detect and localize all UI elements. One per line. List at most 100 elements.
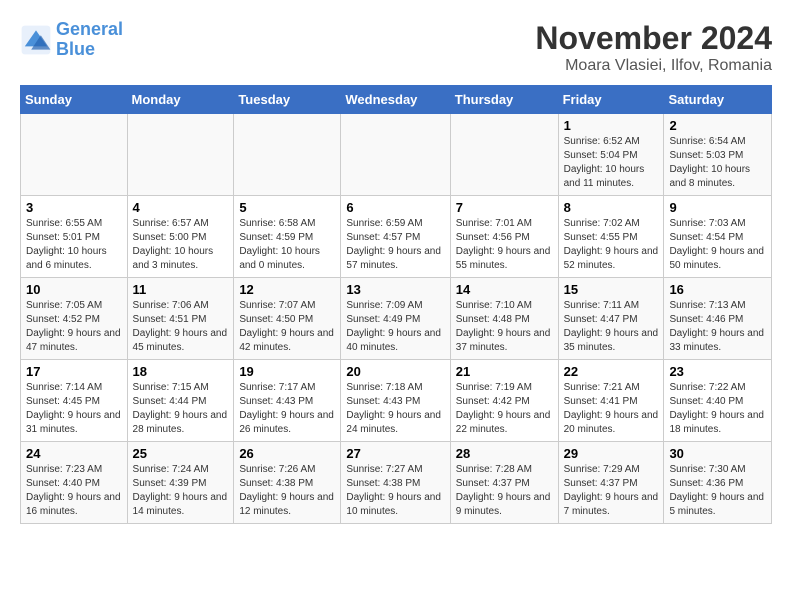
calendar-cell: 1 Sunrise: 6:52 AM Sunset: 5:04 PM Daylig… <box>558 114 664 196</box>
logo-line2: Blue <box>56 39 95 59</box>
weekday-header-tuesday: Tuesday <box>234 86 341 114</box>
day-number: 2 <box>669 118 766 133</box>
calendar-cell: 11Sunrise: 7:06 AM Sunset: 4:51 PM Dayli… <box>127 278 234 360</box>
day-number: 10 <box>26 282 122 297</box>
calendar-cell: 25Sunrise: 7:24 AM Sunset: 4:39 PM Dayli… <box>127 442 234 524</box>
day-info: Sunrise: 7:06 AM Sunset: 4:51 PM Dayligh… <box>133 299 229 355</box>
weekday-header-row: SundayMondayTuesdayWednesdayThursdayFrid… <box>21 86 772 114</box>
logo-icon <box>20 24 52 56</box>
calendar-cell: 9Sunrise: 7:03 AM Sunset: 4:54 PM Daylig… <box>664 196 772 278</box>
day-number: 28 <box>456 446 553 461</box>
calendar-subtitle: Moara Vlasiei, Ilfov, Romania <box>535 57 772 75</box>
logo: General Blue <box>20 20 123 60</box>
calendar-cell: 12 Sunrise: 7:07 AM Sunset: 4:50 PM Dayli… <box>234 278 341 360</box>
day-info: Sunrise: 7:07 AM Sunset: 4:50 PM Dayligh… <box>239 299 335 355</box>
calendar-cell <box>341 114 450 196</box>
day-number: 26 <box>239 446 335 461</box>
calendar-cell: 22Sunrise: 7:21 AM Sunset: 4:41 PM Dayli… <box>558 360 664 442</box>
logo-line1: General <box>56 19 123 39</box>
day-number: 22 <box>564 364 659 379</box>
page-header: General Blue November 2024 Moara Vlasiei… <box>20 20 772 75</box>
day-info: Sunrise: 6:58 AM Sunset: 4:59 PM Dayligh… <box>239 217 335 273</box>
day-info: Sunrise: 7:14 AM Sunset: 4:45 PM Dayligh… <box>26 381 122 437</box>
weekday-header-monday: Monday <box>127 86 234 114</box>
day-info: Sunrise: 6:55 AM Sunset: 5:01 PM Dayligh… <box>26 217 122 273</box>
day-info: Sunrise: 6:59 AM Sunset: 4:57 PM Dayligh… <box>346 217 444 273</box>
weekday-header-thursday: Thursday <box>450 86 558 114</box>
day-number: 9 <box>669 200 766 215</box>
day-number: 8 <box>564 200 659 215</box>
day-number: 4 <box>133 200 229 215</box>
calendar-cell: 10 Sunrise: 7:05 AM Sunset: 4:52 PM Dayli… <box>21 278 128 360</box>
calendar-cell: 15 Sunrise: 7:11 AM Sunset: 4:47 PM Dayli… <box>558 278 664 360</box>
day-number: 30 <box>669 446 766 461</box>
day-number: 24 <box>26 446 122 461</box>
calendar-table: SundayMondayTuesdayWednesdayThursdayFrid… <box>20 85 772 524</box>
weekday-header-friday: Friday <box>558 86 664 114</box>
day-info: Sunrise: 7:18 AM Sunset: 4:43 PM Dayligh… <box>346 381 444 437</box>
calendar-title: November 2024 <box>535 20 772 57</box>
day-info: Sunrise: 7:29 AM Sunset: 4:37 PM Dayligh… <box>564 463 659 519</box>
calendar-cell: 28 Sunrise: 7:28 AM Sunset: 4:37 PM Dayli… <box>450 442 558 524</box>
day-number: 7 <box>456 200 553 215</box>
day-info: Sunrise: 7:22 AM Sunset: 4:40 PM Dayligh… <box>669 381 766 437</box>
day-info: Sunrise: 7:17 AM Sunset: 4:43 PM Dayligh… <box>239 381 335 437</box>
calendar-cell <box>234 114 341 196</box>
day-number: 16 <box>669 282 766 297</box>
day-number: 21 <box>456 364 553 379</box>
day-number: 3 <box>26 200 122 215</box>
calendar-cell: 5 Sunrise: 6:58 AM Sunset: 4:59 PM Daylig… <box>234 196 341 278</box>
day-info: Sunrise: 7:19 AM Sunset: 4:42 PM Dayligh… <box>456 381 553 437</box>
day-number: 5 <box>239 200 335 215</box>
day-info: Sunrise: 7:28 AM Sunset: 4:37 PM Dayligh… <box>456 463 553 519</box>
day-info: Sunrise: 7:05 AM Sunset: 4:52 PM Dayligh… <box>26 299 122 355</box>
week-row-2: 3 Sunrise: 6:55 AM Sunset: 5:01 PM Daylig… <box>21 196 772 278</box>
weekday-header-sunday: Sunday <box>21 86 128 114</box>
day-info: Sunrise: 7:13 AM Sunset: 4:46 PM Dayligh… <box>669 299 766 355</box>
calendar-cell <box>127 114 234 196</box>
day-number: 13 <box>346 282 444 297</box>
day-info: Sunrise: 7:11 AM Sunset: 4:47 PM Dayligh… <box>564 299 659 355</box>
calendar-cell: 7 Sunrise: 7:01 AM Sunset: 4:56 PM Daylig… <box>450 196 558 278</box>
calendar-cell: 14Sunrise: 7:10 AM Sunset: 4:48 PM Dayli… <box>450 278 558 360</box>
day-number: 23 <box>669 364 766 379</box>
day-info: Sunrise: 6:57 AM Sunset: 5:00 PM Dayligh… <box>133 217 229 273</box>
day-info: Sunrise: 7:15 AM Sunset: 4:44 PM Dayligh… <box>133 381 229 437</box>
calendar-cell: 3 Sunrise: 6:55 AM Sunset: 5:01 PM Daylig… <box>21 196 128 278</box>
calendar-cell <box>450 114 558 196</box>
calendar-cell: 29Sunrise: 7:29 AM Sunset: 4:37 PM Dayli… <box>558 442 664 524</box>
day-number: 1 <box>564 118 659 133</box>
title-area: November 2024 Moara Vlasiei, Ilfov, Roma… <box>535 20 772 75</box>
day-info: Sunrise: 7:01 AM Sunset: 4:56 PM Dayligh… <box>456 217 553 273</box>
calendar-cell: 27 Sunrise: 7:27 AM Sunset: 4:38 PM Dayli… <box>341 442 450 524</box>
calendar-cell: 8 Sunrise: 7:02 AM Sunset: 4:55 PM Daylig… <box>558 196 664 278</box>
day-number: 18 <box>133 364 229 379</box>
day-number: 25 <box>133 446 229 461</box>
week-row-1: 1 Sunrise: 6:52 AM Sunset: 5:04 PM Daylig… <box>21 114 772 196</box>
day-number: 15 <box>564 282 659 297</box>
calendar-cell: 18 Sunrise: 7:15 AM Sunset: 4:44 PM Dayli… <box>127 360 234 442</box>
day-info: Sunrise: 7:26 AM Sunset: 4:38 PM Dayligh… <box>239 463 335 519</box>
day-number: 12 <box>239 282 335 297</box>
calendar-cell: 26 Sunrise: 7:26 AM Sunset: 4:38 PM Dayli… <box>234 442 341 524</box>
weekday-header-wednesday: Wednesday <box>341 86 450 114</box>
calendar-cell: 24 Sunrise: 7:23 AM Sunset: 4:40 PM Dayli… <box>21 442 128 524</box>
calendar-cell: 23 Sunrise: 7:22 AM Sunset: 4:40 PM Dayli… <box>664 360 772 442</box>
calendar-cell: 19Sunrise: 7:17 AM Sunset: 4:43 PM Dayli… <box>234 360 341 442</box>
day-info: Sunrise: 7:27 AM Sunset: 4:38 PM Dayligh… <box>346 463 444 519</box>
weekday-header-saturday: Saturday <box>664 86 772 114</box>
day-info: Sunrise: 7:30 AM Sunset: 4:36 PM Dayligh… <box>669 463 766 519</box>
calendar-cell: 30 Sunrise: 7:30 AM Sunset: 4:36 PM Dayli… <box>664 442 772 524</box>
calendar-cell <box>21 114 128 196</box>
day-info: Sunrise: 6:54 AM Sunset: 5:03 PM Dayligh… <box>669 135 766 191</box>
calendar-cell: 13Sunrise: 7:09 AM Sunset: 4:49 PM Dayli… <box>341 278 450 360</box>
week-row-4: 17Sunrise: 7:14 AM Sunset: 4:45 PM Dayli… <box>21 360 772 442</box>
day-info: Sunrise: 7:10 AM Sunset: 4:48 PM Dayligh… <box>456 299 553 355</box>
day-number: 6 <box>346 200 444 215</box>
day-info: Sunrise: 7:23 AM Sunset: 4:40 PM Dayligh… <box>26 463 122 519</box>
day-info: Sunrise: 6:52 AM Sunset: 5:04 PM Dayligh… <box>564 135 659 191</box>
day-info: Sunrise: 7:02 AM Sunset: 4:55 PM Dayligh… <box>564 217 659 273</box>
week-row-5: 24 Sunrise: 7:23 AM Sunset: 4:40 PM Dayli… <box>21 442 772 524</box>
day-number: 27 <box>346 446 444 461</box>
week-row-3: 10 Sunrise: 7:05 AM Sunset: 4:52 PM Dayli… <box>21 278 772 360</box>
